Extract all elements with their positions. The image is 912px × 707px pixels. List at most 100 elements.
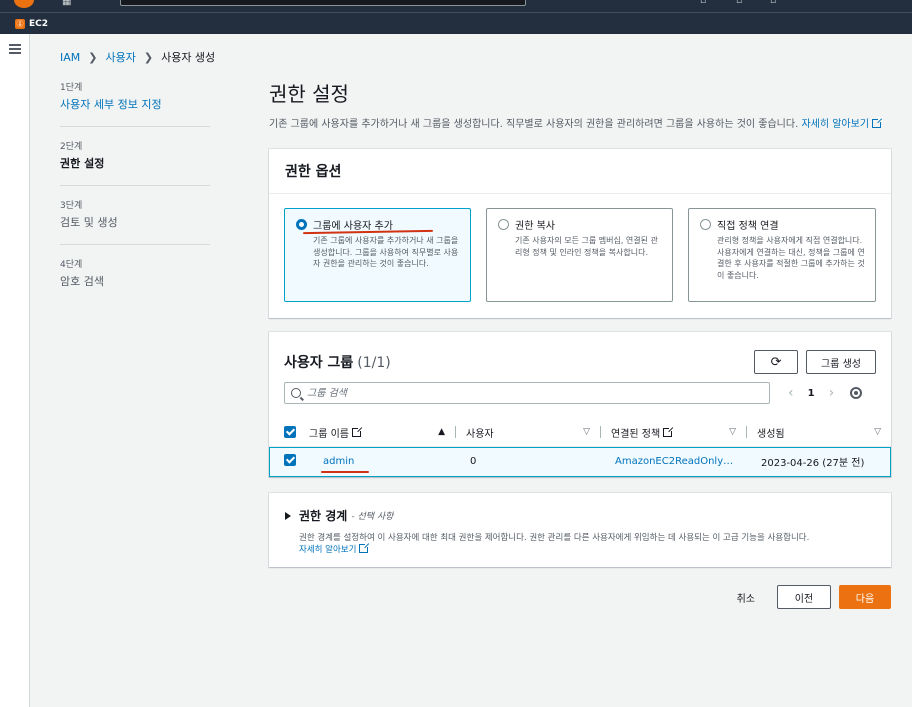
permissions-boundary-panel: 권한 경계 - 선택 사항 권한 경계를 설정하여 이 사용자에 대한 최대 권…	[269, 493, 891, 567]
breadcrumb-iam[interactable]: IAM	[60, 51, 80, 64]
option-add-to-group[interactable]: 그룹에 사용자 추가 기존 그룹에 사용자를 추가하거나 새 그룹을 생성합니다…	[284, 208, 471, 302]
main-content: 권한 설정 기존 그룹에 사용자를 추가하거나 새 그룹을 생성합니다. 직무별…	[269, 78, 891, 609]
service-bar: ⓖ EC2	[0, 12, 912, 34]
search-icon	[291, 388, 301, 398]
caret-right-icon[interactable]	[285, 511, 291, 520]
boundary-description: 권한 경계를 설정하여 이 사용자에 대한 최대 권한을 제어합니다. 권한 관…	[285, 532, 875, 556]
breadcrumb-users[interactable]: 사용자	[105, 49, 135, 65]
option-title: 권한 복사	[515, 221, 555, 232]
sort-icon[interactable]: ▽	[729, 427, 736, 437]
sort-asc-icon[interactable]: ▲	[438, 427, 445, 437]
global-search-input[interactable]	[120, 0, 526, 6]
step-4: 4단계 암호 검색	[60, 257, 210, 303]
step-3: 3단계 검토 및 생성	[60, 198, 210, 245]
groups-table: 그룹 이름 ▲ 사용자 ▽ 연결된 정책 ▽ 생성됨 ▽ admin 0 Ama…	[269, 418, 891, 477]
page-description: 기존 그룹에 사용자를 추가하거나 새 그룹을 생성합니다. 직무별로 사용자의…	[269, 117, 891, 133]
chevron-right-icon[interactable]: ›	[829, 385, 835, 401]
step-number: 3단계	[60, 201, 83, 211]
table-row[interactable]: admin 0 AmazonEC2ReadOnly… 2023-04-26 (2…	[269, 446, 891, 477]
boundary-learn-more-link[interactable]: 자세히 알아보기	[299, 545, 356, 555]
step-1-link[interactable]: 사용자 세부 정보 지정	[60, 96, 210, 112]
sort-icon[interactable]: ▽	[583, 427, 590, 437]
boundary-title: 권한 경계	[299, 509, 348, 523]
step-1: 1단계 사용자 세부 정보 지정	[60, 80, 210, 127]
group-search-input[interactable]	[307, 387, 747, 399]
learn-more-link[interactable]: 자세히 알아보기	[801, 119, 869, 130]
col-created[interactable]: 생성됨	[757, 425, 785, 440]
radio-icon[interactable]	[700, 219, 711, 230]
step-4-title: 암호 검색	[60, 275, 104, 288]
notifications-icon[interactable]: ▫	[736, 0, 748, 6]
ec2-service-link[interactable]: EC2	[29, 19, 48, 29]
column-divider	[746, 426, 747, 438]
sort-icon[interactable]: ▽	[874, 427, 881, 437]
wizard-steps: 1단계 사용자 세부 정보 지정 2단계 권한 설정 3단계 검토 및 생성 4…	[60, 80, 210, 315]
help-icon[interactable]: ▫	[770, 0, 782, 6]
option-desc: 기존 그룹에 사용자를 추가하거나 새 그룹을 생성합니다. 그룹을 사용하여 …	[313, 236, 459, 268]
group-name-link[interactable]: admin	[323, 456, 354, 467]
menu-icon[interactable]	[9, 44, 21, 56]
external-link-icon	[359, 542, 371, 553]
services-grid-icon[interactable]: ▦	[62, 0, 76, 7]
previous-button[interactable]: 이전	[777, 585, 831, 609]
permission-options-panel: 권한 옵션 그룹에 사용자 추가 기존 그룹에 사용자를 추가하거나 새 그룹을…	[269, 149, 891, 318]
radio-icon[interactable]	[498, 219, 509, 230]
col-policies[interactable]: 연결된 정책	[611, 425, 660, 440]
refresh-button[interactable]: ⟳	[754, 350, 799, 374]
option-title: 직접 정책 연결	[717, 221, 779, 232]
wizard-footer: 취소 이전 다음	[269, 585, 891, 609]
groups-title: 사용자 그룹 (1/1)	[284, 352, 391, 372]
boundary-optional: - 선택 사항	[351, 512, 394, 522]
breadcrumb: IAM ❯ 사용자 ❯ 사용자 생성	[60, 49, 215, 65]
user-groups-panel: 사용자 그룹(1/1) ⟳ 그룹 생성 ‹ 1 ›	[269, 332, 891, 477]
annotation-underline	[321, 471, 369, 473]
step-2: 2단계 권한 설정	[60, 139, 210, 186]
panel-title: 권한 옵션	[269, 149, 891, 194]
page-description-text: 기존 그룹에 사용자를 추가하거나 새 그룹을 생성합니다. 직무별로 사용자의…	[269, 119, 802, 130]
external-link-icon	[663, 425, 675, 437]
boundary-desc-text: 권한 경계를 설정하여 이 사용자에 대한 최대 권한을 제어합니다. 권한 관…	[299, 533, 810, 543]
next-button[interactable]: 다음	[839, 585, 891, 609]
group-search-box	[284, 382, 770, 404]
refresh-icon: ⟳	[770, 354, 782, 370]
group-user-count: 0	[470, 456, 477, 468]
chevron-left-icon[interactable]: ‹	[788, 385, 794, 401]
pagination: ‹ 1 ›	[788, 385, 834, 401]
group-created: 2023-04-26 (27분 전)	[761, 458, 865, 470]
column-divider	[600, 426, 601, 438]
external-link-icon	[351, 425, 363, 437]
step-number: 4단계	[60, 260, 83, 270]
step-number: 2단계	[60, 142, 83, 152]
column-divider	[455, 426, 456, 438]
step-2-title: 권한 설정	[60, 157, 105, 170]
option-copy-permissions[interactable]: 권한 복사 기존 사용자의 모든 그룹 멤버십, 연결된 관리형 정책 및 인라…	[486, 208, 673, 302]
aws-logo[interactable]	[14, 0, 34, 8]
top-nav: ▦ ▫ ▫ ▫	[0, 0, 912, 12]
create-group-button[interactable]: 그룹 생성	[806, 350, 876, 374]
step-number: 1단계	[60, 83, 83, 93]
option-desc: 관리형 정책을 사용자에게 직접 연결합니다. 사용자에게 연결하는 대신, 정…	[717, 236, 865, 280]
groups-count: (1/1)	[357, 355, 391, 371]
radio-selected-icon[interactable]	[296, 219, 307, 230]
group-policy-link[interactable]: AmazonEC2ReadOnly…	[615, 456, 733, 467]
boundary-toggle[interactable]: 권한 경계 - 선택 사항	[285, 507, 875, 524]
page-title: 권한 설정	[269, 82, 349, 106]
ec2-service-icon[interactable]: ⓖ	[15, 18, 25, 29]
option-desc: 기존 사용자의 모든 그룹 멤버십, 연결된 관리형 정책 및 인라인 정책을 …	[515, 236, 658, 257]
select-all-checkbox[interactable]	[284, 426, 296, 438]
chevron-right-icon: ❯	[143, 50, 154, 64]
gear-icon[interactable]	[850, 387, 863, 399]
step-3-title: 검토 및 생성	[60, 216, 118, 229]
external-link-icon	[872, 117, 884, 128]
breadcrumb-current: 사용자 생성	[161, 51, 216, 64]
cancel-button[interactable]: 취소	[723, 585, 769, 609]
groups-title-text: 사용자 그룹	[284, 355, 354, 371]
col-group-name[interactable]: 그룹 이름	[309, 425, 349, 440]
side-rail	[0, 34, 30, 707]
page-number[interactable]: 1	[808, 388, 815, 399]
cloudshell-icon[interactable]: ▫	[700, 0, 712, 6]
option-attach-policy[interactable]: 직접 정책 연결 관리형 정책을 사용자에게 직접 연결합니다. 사용자에게 연…	[688, 208, 876, 302]
col-users[interactable]: 사용자	[466, 425, 494, 440]
chevron-right-icon: ❯	[88, 50, 98, 64]
row-checkbox[interactable]	[284, 454, 296, 467]
